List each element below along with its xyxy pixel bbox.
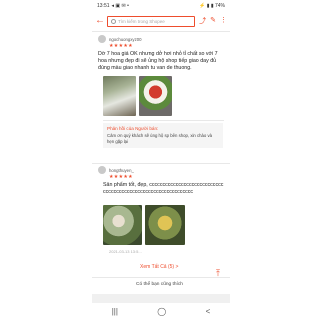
divider bbox=[92, 163, 230, 164]
seller-reply-title: Phản hồi của Người bán: bbox=[107, 126, 159, 131]
search-input[interactable]: Tìm kiếm trong Shopee bbox=[107, 15, 196, 27]
seller-reply-box: Phản hồi của Người bán: Cảm ơn quý khách… bbox=[103, 123, 223, 148]
share-icon[interactable]: ⤴ bbox=[199, 16, 206, 26]
see-all-link[interactable]: Xem Tất Cả (5) > bbox=[140, 264, 178, 270]
review-text: Sản phẩm tốt, đẹp, ccccccccccccccccccccc… bbox=[103, 182, 224, 195]
section-gap bbox=[92, 294, 230, 303]
review-item: hongthuyen_ ★★★★★ Sản phẩm tốt, đẹp, ccc… bbox=[98, 166, 226, 196]
status-time: 13:51 bbox=[97, 3, 110, 9]
rating-stars: ★★★★★ bbox=[109, 43, 133, 49]
review-photo[interactable] bbox=[103, 76, 136, 116]
review-username: ngochuongxyz00 bbox=[109, 36, 142, 42]
seller-reply-text: Cảm ơn quý khách sẽ ủng hộ sp bên shop, … bbox=[107, 133, 213, 144]
status-bar: 13:51 ◂ ▣ ✉ • ⚡ ▮ ▮ 74% bbox=[92, 0, 230, 12]
you-may-like-heading: Có thể bạn cũng thích bbox=[136, 282, 183, 287]
review-photo[interactable] bbox=[103, 205, 142, 245]
edit-icon[interactable]: ✎ bbox=[210, 16, 216, 26]
divider bbox=[92, 31, 230, 32]
android-nav-bar: ||| ◯ < bbox=[92, 303, 230, 320]
back-icon[interactable]: < bbox=[206, 307, 211, 316]
phone-screen: 13:51 ◂ ▣ ✉ • ⚡ ▮ ▮ 74% ← Tìm kiếm trong… bbox=[92, 0, 230, 320]
status-system: ⚡ ▮ ▮ 74% bbox=[199, 3, 225, 9]
search-placeholder: Tìm kiếm trong Shopee bbox=[118, 18, 165, 24]
review-text: Dờ 7 hoa giá OK nhưng dở hơi nhỏ tỉ chất… bbox=[98, 51, 218, 71]
divider bbox=[92, 277, 230, 278]
recent-apps-icon[interactable]: ||| bbox=[112, 307, 118, 316]
avatar bbox=[98, 166, 106, 174]
divider bbox=[103, 120, 224, 121]
review-item: ngochuongxyz00 ★★★★★ Dờ 7 hoa giá OK như… bbox=[98, 35, 226, 72]
search-icon bbox=[111, 18, 116, 24]
review-photo[interactable] bbox=[145, 205, 185, 245]
more-icon[interactable]: ⋮ bbox=[220, 16, 227, 26]
status-indicators: ◂ ▣ ✉ • bbox=[111, 3, 129, 9]
back-arrow-icon[interactable]: ← bbox=[95, 16, 105, 26]
review-username: hongthuyen_ bbox=[109, 167, 134, 173]
home-icon[interactable]: ◯ bbox=[157, 307, 166, 316]
rating-stars: ★★★★★ bbox=[109, 174, 133, 180]
avatar bbox=[98, 35, 106, 43]
top-bar: ← Tìm kiếm trong Shopee ⤴ ✎ ⋮ bbox=[92, 12, 230, 30]
review-timestamp: 2021-03-13 13:5... bbox=[109, 249, 142, 254]
review-photo[interactable] bbox=[139, 76, 172, 116]
